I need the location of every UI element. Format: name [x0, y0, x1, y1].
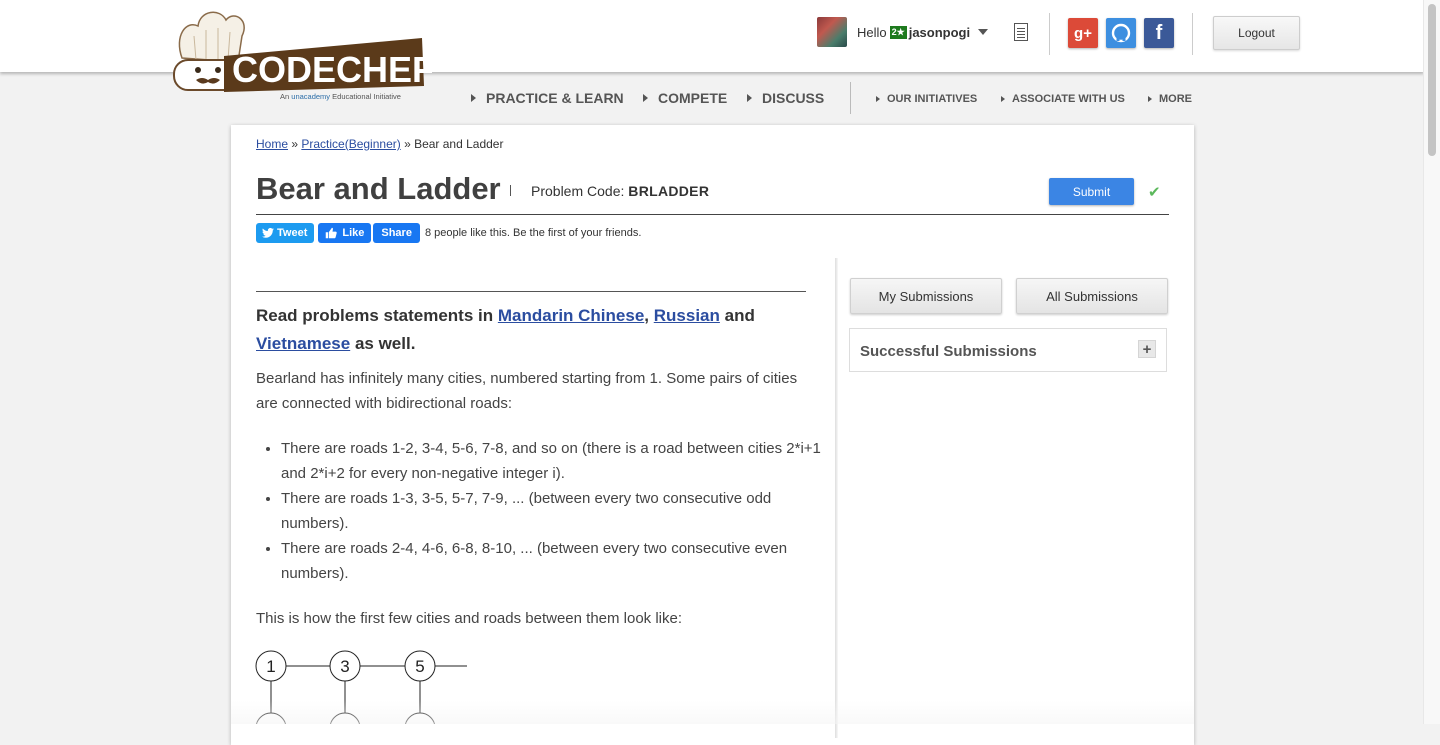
- username[interactable]: jasonpogi: [909, 25, 970, 40]
- problem-code-value: BRLADDER: [628, 183, 710, 199]
- codechef-logo[interactable]: CODECHEF: [172, 6, 434, 106]
- tagline-brand: unacademy: [291, 92, 331, 101]
- nav-more[interactable]: MORE: [1148, 93, 1192, 105]
- graph-node-label: 1: [266, 657, 275, 676]
- facebook-icon[interactable]: f: [1144, 18, 1174, 48]
- nav-divider: [850, 82, 851, 114]
- triangle-right-icon: [1001, 96, 1005, 102]
- triangle-right-icon: [876, 96, 880, 102]
- breadcrumb: Home » Practice(Beginner) » Bear and Lad…: [256, 137, 503, 151]
- likes-count-text: 8 people like this. Be the first of your…: [424, 227, 642, 239]
- tweet-label: Tweet: [277, 227, 308, 239]
- breadcrumb-separator: »: [288, 137, 302, 151]
- breadcrumb-home[interactable]: Home: [256, 137, 288, 151]
- successful-submissions-label: Successful Submissions: [860, 343, 1037, 360]
- google-plus-icon[interactable]: g+: [1068, 18, 1098, 48]
- triangle-right-icon: [747, 94, 752, 102]
- submit-button[interactable]: Submit: [1049, 178, 1134, 205]
- statement-intro: Bearland has infinitely many cities, num…: [256, 370, 798, 412]
- roads-list: There are roads 1-2, 3-4, 5-6, 7-8, and …: [256, 436, 841, 586]
- like-label: Like: [342, 227, 365, 239]
- title-rule: [256, 214, 1169, 215]
- tagline-prefix: An: [280, 92, 290, 101]
- chevron-down-icon[interactable]: [978, 29, 989, 35]
- breadcrumb-separator: »: [400, 137, 415, 151]
- nav-label: COMPETE: [658, 90, 728, 106]
- logout-button[interactable]: Logout: [1213, 16, 1300, 50]
- nav-label: MORE: [1159, 93, 1192, 105]
- chef-hat-icon: CODECHEF: [173, 11, 434, 92]
- triangle-right-icon: [1148, 96, 1152, 102]
- header-divider: [1192, 13, 1193, 55]
- svg-text:CODECHEF: CODECHEF: [232, 49, 432, 90]
- github-icon[interactable]: [1106, 18, 1136, 48]
- nav-discuss[interactable]: DISCUSS: [747, 90, 824, 106]
- nav-practice-learn[interactable]: PRACTICE & LEARN: [471, 90, 624, 106]
- notes-icon[interactable]: [1014, 23, 1028, 41]
- share-bar: Tweet Like Share 8 people like this. Be …: [256, 223, 641, 243]
- nav-label: ASSOCIATE WITH US: [1012, 93, 1125, 105]
- tweet-button[interactable]: Tweet: [256, 223, 315, 243]
- user-menu[interactable]: Hello 2★ jasonpogi: [817, 17, 989, 47]
- nav-our-initiatives[interactable]: OUR INITIATIVES: [876, 93, 977, 105]
- header-divider: [1049, 13, 1050, 55]
- twitter-icon: [262, 228, 274, 238]
- all-submissions-button[interactable]: All Submissions: [1016, 278, 1168, 314]
- my-submissions-button[interactable]: My Submissions: [850, 278, 1002, 314]
- statement-rule: [256, 291, 806, 292]
- nav-compete[interactable]: COMPETE: [643, 90, 727, 106]
- breadcrumb-current: Bear and Ladder: [414, 137, 504, 151]
- thumbs-up-icon: [326, 227, 338, 239]
- logo-tagline: An unacademy Educational Initiative: [280, 92, 401, 101]
- page-scrollbar[interactable]: [1423, 0, 1440, 724]
- title-divider: [510, 185, 511, 196]
- successful-submissions-panel[interactable]: Successful Submissions +: [849, 328, 1167, 372]
- triangle-right-icon: [471, 94, 476, 102]
- graph-node-label: 3: [340, 657, 349, 676]
- page-title: Bear and Ladder: [256, 171, 501, 206]
- nav-associate-with-us[interactable]: ASSOCIATE WITH US: [1001, 93, 1125, 105]
- figure-caption: This is how the first few cities and roa…: [256, 610, 683, 627]
- read-prefix: Read problems statements in: [256, 306, 494, 325]
- link-russian[interactable]: Russian: [654, 306, 720, 325]
- link-mandarin-chinese[interactable]: Mandarin Chinese: [498, 306, 644, 325]
- rating-badge: 2★: [889, 25, 907, 39]
- tagline-suffix: Educational Initiative: [332, 92, 401, 101]
- greeting: Hello: [857, 24, 887, 40]
- github-glyph-icon: [1111, 23, 1131, 43]
- read-suffix: as well.: [354, 334, 416, 353]
- facebook-like-button[interactable]: Like: [318, 223, 372, 243]
- list-item: There are roads 1-2, 3-4, 5-6, 7-8, and …: [281, 436, 841, 486]
- graph-node-label: 5: [415, 657, 424, 676]
- problem-code: Problem Code: BRLADDER: [531, 183, 709, 199]
- bottom-fade: [231, 700, 1194, 724]
- triangle-right-icon: [643, 94, 648, 102]
- facebook-share-button[interactable]: Share: [373, 223, 420, 243]
- problem-code-label: Problem Code:: [531, 183, 625, 199]
- list-item: There are roads 2-4, 4-6, 6-8, 8-10, ...…: [281, 536, 841, 586]
- nav-label: OUR INITIATIVES: [887, 93, 978, 105]
- expand-plus-icon[interactable]: +: [1138, 340, 1156, 358]
- scrollbar-thumb[interactable]: [1428, 4, 1436, 156]
- list-item: There are roads 1-3, 3-5, 5-7, 7-9, ... …: [281, 486, 841, 536]
- language-links: Read problems statements in Mandarin Chi…: [256, 302, 816, 358]
- nav-label: DISCUSS: [762, 90, 825, 106]
- checkmark-icon: ✔: [1148, 184, 1161, 201]
- comma: ,: [644, 306, 650, 325]
- nav-label: PRACTICE & LEARN: [486, 90, 624, 106]
- and-word: and: [724, 306, 755, 325]
- breadcrumb-practice[interactable]: Practice(Beginner): [301, 137, 400, 151]
- link-vietnamese[interactable]: Vietnamese: [256, 334, 350, 353]
- avatar[interactable]: [817, 17, 847, 47]
